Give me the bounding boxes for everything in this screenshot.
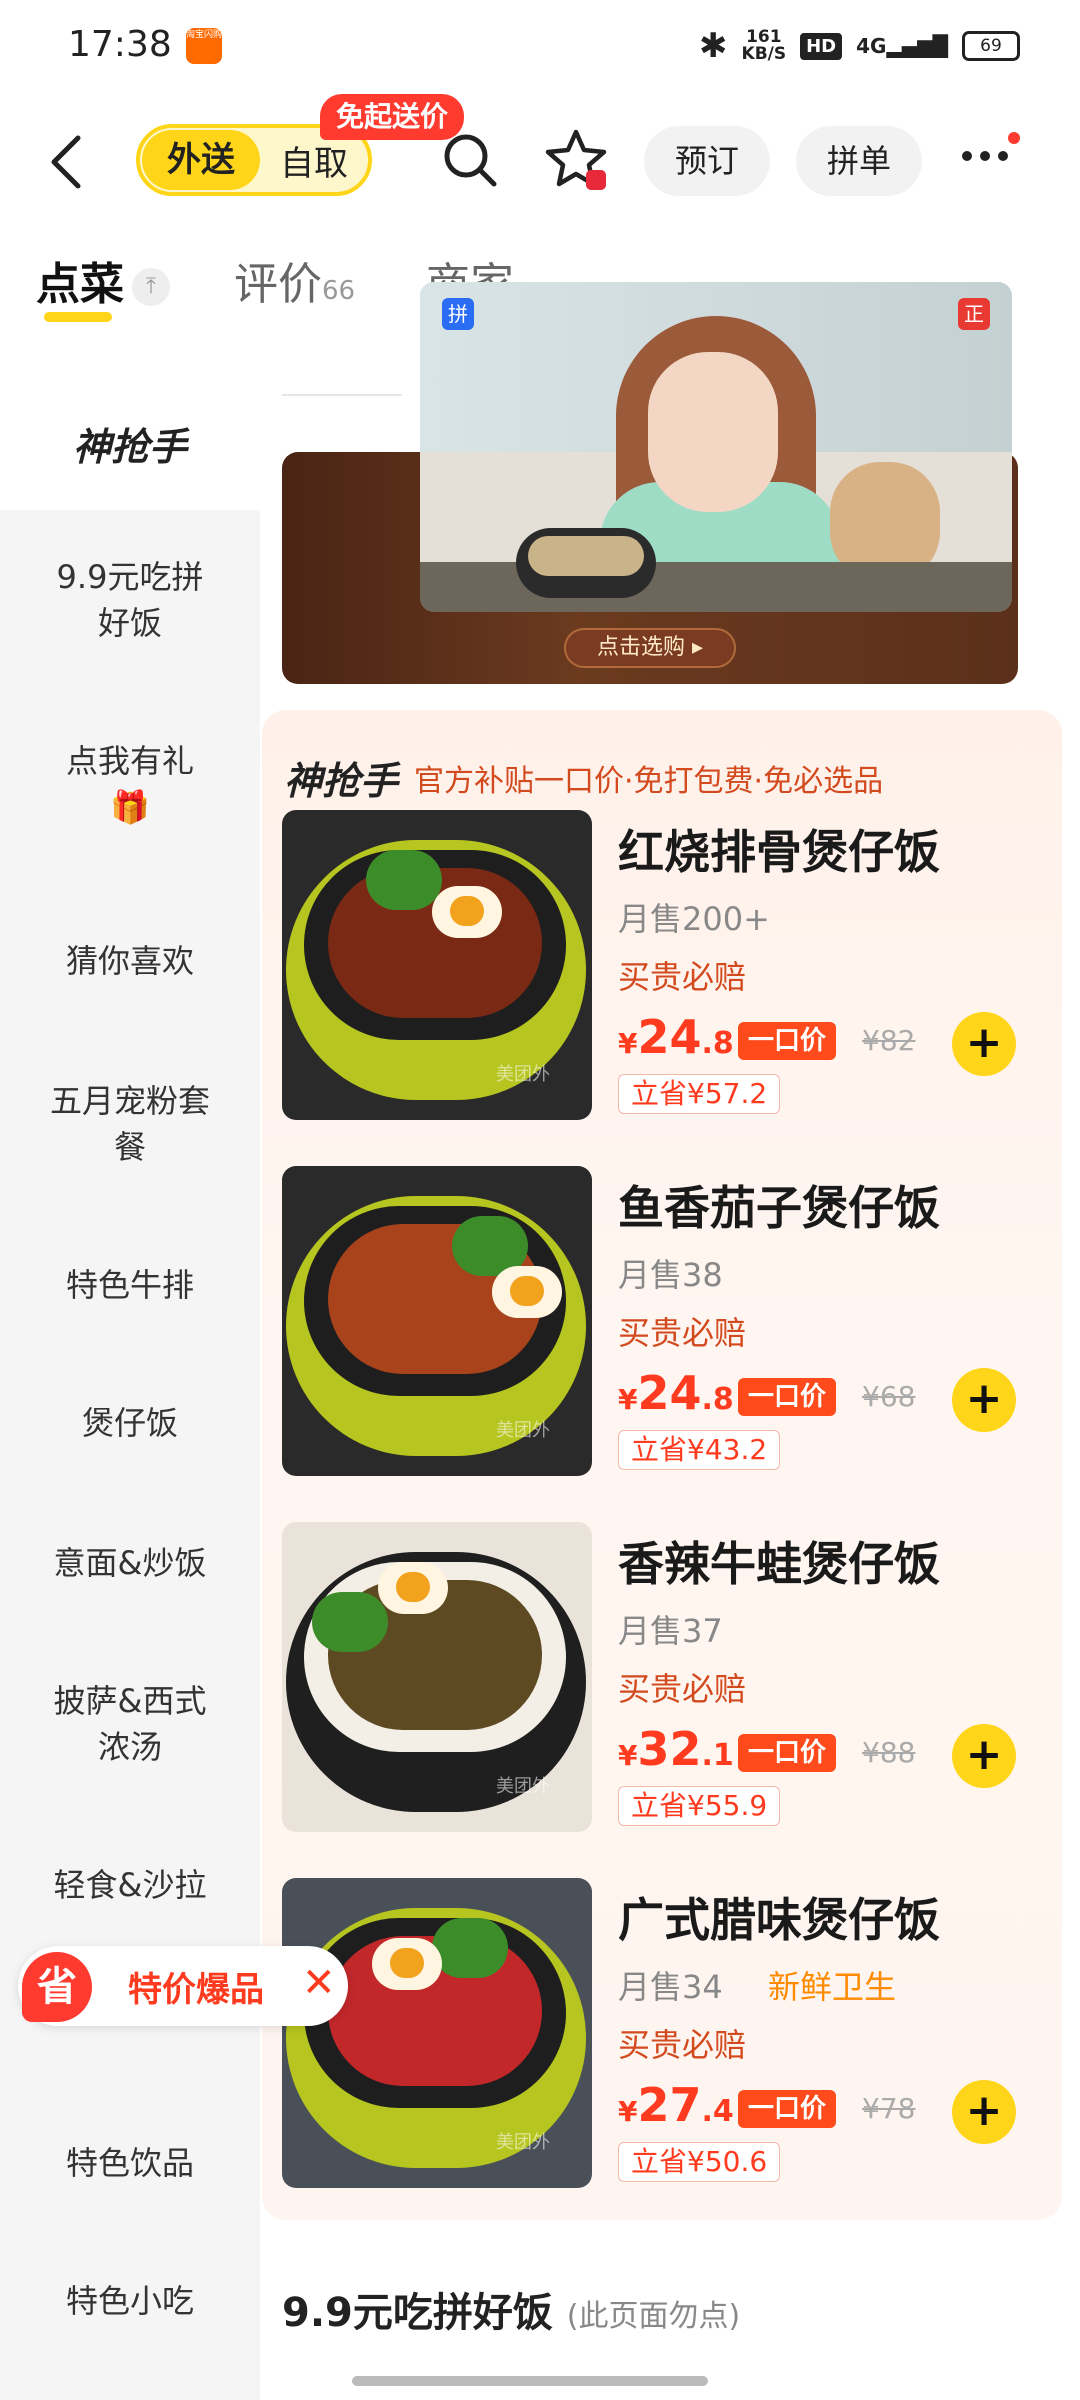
- savings-tag: 立省¥55.9: [618, 1786, 781, 1826]
- watermark: 美团外: [496, 1064, 550, 1085]
- savings-tag: 立省¥50.6: [618, 2142, 781, 2182]
- video-tag-left: 拼: [442, 298, 474, 330]
- product-image[interactable]: 美团外: [282, 810, 592, 1120]
- section-note: (此页面勿点): [566, 2299, 741, 2334]
- close-icon[interactable]: ✕: [302, 1960, 336, 2006]
- original-price: ¥82: [862, 1024, 916, 1057]
- sidebar-item[interactable]: 煲仔饭: [0, 1400, 260, 1446]
- add-to-cart-plus-icon[interactable]: +: [952, 2080, 1016, 2144]
- add-to-cart-plus-icon[interactable]: +: [952, 1368, 1016, 1432]
- back-arrow-icon[interactable]: [44, 132, 94, 192]
- sidebar-item[interactable]: 五月宠粉套 餐: [0, 1078, 260, 1170]
- net-speed: 161 KB/S: [741, 27, 787, 64]
- bowl-image: [516, 528, 656, 598]
- savings-tag: 立省¥57.2: [618, 1074, 781, 1114]
- product-image[interactable]: 美团外: [282, 1166, 592, 1476]
- video-tag-right: 正: [958, 298, 990, 330]
- product-price: ¥24.8: [618, 1366, 734, 1420]
- monthly-sales: 月售37: [618, 1612, 723, 1650]
- status-time: 17:38: [68, 24, 172, 65]
- fresh-hygiene-tag: 新鲜卫生: [768, 1968, 897, 2006]
- product-card[interactable]: 美团外 红烧排骨煲仔饭 月售200+ 买贵必赔 ¥24.8 一口价 ¥82 立省…: [282, 810, 1052, 1122]
- watermark: 美团外: [496, 1776, 550, 1797]
- original-price: ¥78: [862, 2092, 916, 2125]
- sidebar-item[interactable]: 点我有礼 🎁: [0, 738, 260, 830]
- shop-header: 外送 自取 免起送价 预订 拼单: [0, 94, 1080, 210]
- battery-icon: 69: [962, 31, 1020, 61]
- bluetooth-icon: ✱: [699, 26, 728, 66]
- category-sidebar: 9.9元吃拼 好饭 点我有礼 🎁 猜你喜欢 五月宠粉套 餐 特色牛排 煲仔饭 意…: [0, 510, 260, 2400]
- divider: [282, 394, 402, 396]
- product-name[interactable]: 红烧排骨煲仔饭: [618, 816, 940, 882]
- sidebar-item[interactable]: 猜你喜欢: [0, 938, 260, 984]
- product-image[interactable]: 美团外: [282, 1522, 592, 1832]
- sidebar-item[interactable]: 轻食&沙拉: [0, 1862, 260, 1908]
- product-card[interactable]: 美团外 广式腊味煲仔饭 月售34 新鲜卫生 买贵必赔 ¥27.4 一口价 ¥78…: [282, 1878, 1052, 2190]
- monthly-sales: 月售38: [618, 1256, 723, 1294]
- sidebar-item[interactable]: 特色饮品: [0, 2140, 260, 2186]
- product-price: ¥24.8: [618, 1010, 734, 1064]
- special-deals-label[interactable]: 特价爆品: [128, 1962, 264, 2011]
- taobao-flash-icon: 淘宝闪购: [186, 28, 222, 64]
- star-icon[interactable]: [542, 126, 610, 194]
- fixed-price-badge: 一口价: [738, 1022, 837, 1060]
- original-price: ¥88: [862, 1736, 916, 1769]
- signal-icon: 4G▂▄▆█: [856, 34, 948, 58]
- price-guarantee: 买贵必赔: [618, 1314, 747, 1352]
- product-name[interactable]: 广式腊味煲仔饭: [618, 1884, 940, 1950]
- tab-order[interactable]: 点菜 ⤒: [36, 248, 170, 322]
- home-indicator[interactable]: [352, 2376, 708, 2386]
- pin-top-icon[interactable]: ⤒: [132, 268, 170, 306]
- fixed-price-badge: 一口价: [738, 2090, 837, 2128]
- sidebar-brand[interactable]: 神抢手: [0, 416, 260, 471]
- hd-icon: HD: [800, 32, 843, 60]
- special-deals-float[interactable]: 省 特价爆品 ✕: [18, 1946, 348, 2026]
- add-to-cart-plus-icon[interactable]: +: [952, 1724, 1016, 1788]
- deal-section: 神抢手 官方补贴一口价·免打包费·免必选品 美团外 红烧排骨煲仔饭 月售200+…: [262, 710, 1062, 2220]
- more-dots-icon[interactable]: [962, 132, 1022, 176]
- next-section-title: 9.9元吃拼好饭 (此页面勿点): [282, 2290, 741, 2336]
- fixed-price-badge: 一口价: [738, 1734, 837, 1772]
- sidebar-item[interactable]: 特色小吃: [0, 2278, 260, 2324]
- preorder-button[interactable]: 预订: [644, 126, 770, 196]
- watermark: 美团外: [496, 1420, 550, 1441]
- product-image[interactable]: 美团外: [282, 1878, 592, 2188]
- price-guarantee: 买贵必赔: [618, 958, 747, 996]
- add-to-cart-plus-icon[interactable]: +: [952, 1012, 1016, 1076]
- reviews-count: 66: [322, 276, 356, 306]
- status-icons: ✱ 161 KB/S HD 4G▂▄▆█ 69: [699, 26, 1020, 66]
- product-name[interactable]: 鱼香茄子煲仔饭: [618, 1172, 940, 1238]
- fixed-price-badge: 一口价: [738, 1378, 837, 1416]
- search-icon[interactable]: [440, 130, 500, 190]
- original-price: ¥68: [862, 1380, 916, 1413]
- mode-pickup[interactable]: 自取: [260, 136, 368, 185]
- monthly-sales: 月售34: [618, 1968, 723, 2006]
- section-brand: 神抢手: [284, 759, 399, 803]
- product-price: ¥32.1: [618, 1722, 734, 1776]
- sidebar-item[interactable]: 9.9元吃拼 好饭: [0, 554, 260, 646]
- floating-video[interactable]: 拼 正: [420, 282, 1012, 612]
- group-order-button[interactable]: 拼单: [796, 126, 922, 196]
- mode-delivery[interactable]: 外送: [142, 130, 260, 190]
- monthly-sales: 月售200+: [618, 900, 770, 938]
- product-card[interactable]: 美团外 鱼香茄子煲仔饭 月售38 买贵必赔 ¥24.8 一口价 ¥68 立省¥4…: [282, 1166, 1052, 1478]
- section-subtitle: 官方补贴一口价·免打包费·免必选品: [414, 764, 884, 799]
- watermark: 美团外: [496, 2132, 550, 2153]
- product-name[interactable]: 香辣牛蛙煲仔饭: [618, 1528, 940, 1594]
- tab-reviews[interactable]: 评价66: [234, 248, 355, 312]
- savings-tag: 立省¥43.2: [618, 1430, 781, 1470]
- banner-shop-button[interactable]: 点击选购 ▸: [564, 628, 736, 668]
- price-guarantee: 买贵必赔: [618, 1670, 747, 1708]
- save-money-icon: 省: [22, 1952, 92, 2022]
- product-price: ¥27.4: [618, 2078, 734, 2132]
- sidebar-item[interactable]: 披萨&西式 浓汤: [0, 1678, 260, 1770]
- product-card[interactable]: 美团外 香辣牛蛙煲仔饭 月售37 买贵必赔 ¥32.1 一口价 ¥88 立省¥5…: [282, 1522, 1052, 1834]
- sidebar-item[interactable]: 意面&炒饭: [0, 1540, 260, 1586]
- sidebar-item[interactable]: 特色牛排: [0, 1262, 260, 1308]
- price-guarantee: 买贵必赔: [618, 2026, 747, 2064]
- status-bar: 17:38 淘宝闪购 ✱ 161 KB/S HD 4G▂▄▆█ 69: [0, 0, 1080, 92]
